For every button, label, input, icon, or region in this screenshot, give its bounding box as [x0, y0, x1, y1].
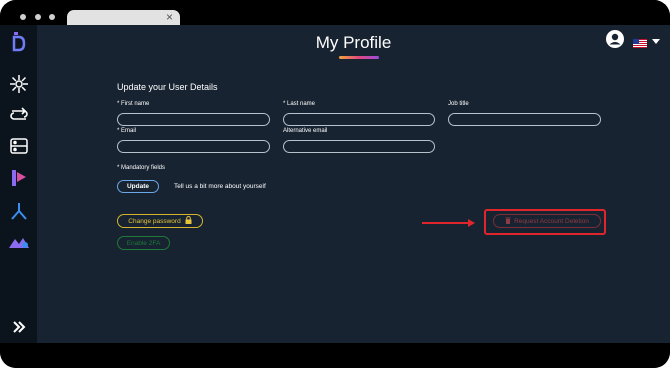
app-logo-icon[interactable] — [6, 31, 32, 53]
mandatory-note: * Mandatory fields — [117, 165, 166, 171]
first-name-label: * First name — [117, 101, 150, 107]
language-dropdown-caret-icon[interactable] — [652, 39, 660, 44]
section-title: Update your User Details — [117, 82, 218, 92]
bottom-bar — [0, 343, 670, 368]
job-title-label: Job title — [448, 101, 469, 107]
trash-icon — [505, 217, 511, 226]
annotation-arrow-head — [468, 219, 475, 227]
alt-email-field[interactable] — [283, 140, 435, 153]
loop-arrows-icon[interactable] — [6, 104, 32, 126]
expand-chevrons-icon[interactable] — [6, 316, 32, 338]
page-title: My Profile — [315, 33, 392, 52]
request-account-deletion-label: Request Account Deletion — [514, 217, 589, 225]
tab-close-icon[interactable]: × — [166, 10, 173, 25]
alt-email-label: Alternative email — [283, 128, 328, 134]
mountains-icon[interactable] — [6, 231, 32, 253]
server-icon[interactable] — [6, 135, 32, 157]
email-label: * Email — [117, 128, 137, 134]
branch-icon[interactable] — [6, 200, 32, 222]
last-name-field[interactable] — [283, 113, 435, 126]
last-name-label: * Last name — [283, 101, 316, 107]
window-dot[interactable] — [35, 14, 41, 20]
update-button[interactable]: Update — [117, 180, 159, 193]
window-frame: × My Profile Update your User Details * … — [0, 0, 670, 368]
profile-hint: Tell us a bit more about yourself — [174, 183, 266, 190]
title-bar: × — [0, 0, 670, 25]
snowflake-icon[interactable] — [6, 73, 32, 95]
sidebar — [0, 25, 37, 343]
change-password-label: Change password — [128, 217, 181, 225]
annotation-arrow — [422, 222, 470, 224]
window-dot[interactable] — [49, 14, 55, 20]
enable-2fa-button[interactable]: Enable 2FA — [117, 236, 170, 250]
us-flag-icon[interactable] — [633, 35, 647, 48]
title-underline — [339, 56, 379, 59]
main-content: My Profile Update your User Details * Fi… — [37, 25, 670, 343]
presentation-icon[interactable] — [6, 167, 32, 189]
window-dot[interactable] — [20, 14, 26, 20]
browser-tab[interactable]: × — [67, 10, 180, 25]
request-account-deletion-button[interactable]: Request Account Deletion — [493, 214, 601, 228]
job-title-field[interactable] — [448, 113, 601, 126]
change-password-button[interactable]: Change password — [117, 214, 203, 228]
user-avatar-icon[interactable] — [605, 29, 625, 49]
first-name-field[interactable] — [117, 113, 270, 126]
lock-icon — [185, 216, 192, 226]
email-field[interactable] — [117, 140, 270, 153]
